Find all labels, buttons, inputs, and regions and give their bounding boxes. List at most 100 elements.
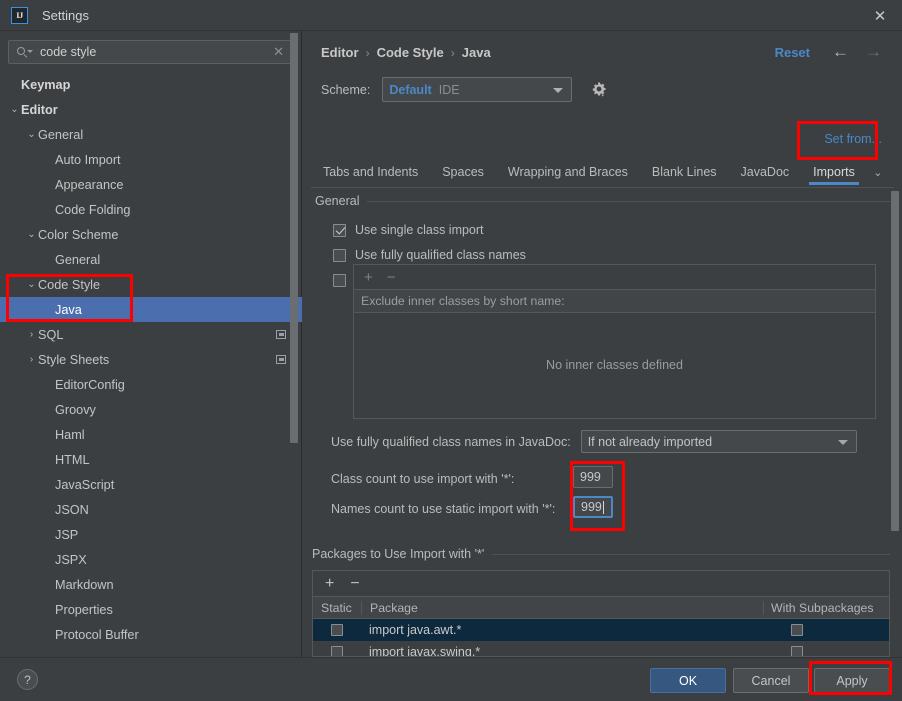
javadoc-fqn-value: If not already imported [588, 435, 712, 449]
set-from-link[interactable]: Set from... [824, 132, 882, 146]
sidebar-item-auto-import[interactable]: Auto Import [0, 147, 302, 172]
intellij-logo-icon: IJ [11, 7, 28, 24]
breadcrumb-item-java[interactable]: Java [462, 45, 491, 60]
sidebar-item-label: Java [55, 303, 82, 317]
back-arrow-icon[interactable]: ← [832, 43, 849, 60]
sidebar-item-markdown[interactable]: Markdown [0, 572, 302, 597]
packages-table-body: import java.awt.*import javax.swing.* [313, 619, 889, 657]
sidebar-item-javascript[interactable]: JavaScript [0, 472, 302, 497]
help-icon[interactable]: ? [17, 669, 38, 690]
sidebar-item-haml[interactable]: Haml [0, 422, 302, 447]
search-icon [17, 46, 30, 59]
cancel-button[interactable]: Cancel [733, 668, 809, 693]
sidebar-item-json[interactable]: JSON [0, 497, 302, 522]
sidebar-item-label: Groovy [55, 403, 96, 417]
remove-icon[interactable]: − [387, 270, 396, 285]
tab-spaces[interactable]: Spaces [430, 157, 496, 187]
tab-blank-lines[interactable]: Blank Lines [640, 157, 729, 187]
sidebar-item-label: JSPX [55, 553, 87, 567]
sidebar-item-html[interactable]: HTML [0, 447, 302, 472]
breadcrumb-item-editor[interactable]: Editor [321, 45, 359, 60]
static-names-count-input[interactable]: 999 [573, 496, 613, 518]
inner-classes-panel: + − Exclude inner classes by short name:… [353, 264, 876, 419]
table-row[interactable]: import java.awt.* [313, 619, 889, 641]
static-names-count-value: 999 [581, 500, 602, 514]
clear-icon[interactable]: ✕ [273, 44, 284, 60]
reset-button[interactable]: Reset [775, 45, 810, 60]
sidebar-item-editorconfig[interactable]: EditorConfig [0, 372, 302, 397]
static-checkbox[interactable] [331, 624, 343, 636]
sidebar-item-code-folding[interactable]: Code Folding [0, 197, 302, 222]
chevron-right-icon[interactable]: › [25, 355, 38, 365]
sidebar-item-label: Editor [21, 103, 58, 117]
sidebar-item-jspx[interactable]: JSPX [0, 547, 302, 572]
sidebar-item-protocol-buffer[interactable]: Protocol Buffer [0, 622, 302, 647]
subpackages-checkbox[interactable] [791, 646, 803, 657]
settings-sidebar: code style ✕ Keymap⌄Editor⌄GeneralAuto I… [0, 31, 302, 657]
sidebar-scrollbar[interactable] [290, 33, 298, 443]
gear-icon[interactable] [590, 81, 608, 99]
tab-label: Wrapping and Braces [508, 165, 628, 179]
javadoc-fqn-dropdown[interactable]: If not already imported [581, 430, 857, 453]
apply-button[interactable]: Apply [814, 668, 890, 693]
chevron-right-icon[interactable]: › [25, 330, 38, 340]
checkbox-icon [333, 224, 346, 237]
chevron-down-icon[interactable]: ⌄ [8, 105, 21, 115]
sidebar-item-general[interactable]: General [0, 247, 302, 272]
remove-icon[interactable]: − [350, 576, 359, 592]
packages-section-header: Packages to Use Import with '*' [312, 547, 890, 561]
text-caret [603, 501, 604, 514]
sidebar-item-sql[interactable]: ›SQL [0, 322, 302, 347]
sidebar-item-jsp[interactable]: JSP [0, 522, 302, 547]
chevron-down-icon[interactable]: ⌄ [25, 230, 38, 240]
tab-label: Blank Lines [652, 165, 717, 179]
subpackages-cell [763, 646, 889, 657]
chevron-down-icon[interactable]: ⌄ [867, 157, 889, 187]
ok-button[interactable]: OK [650, 668, 726, 693]
class-count-input[interactable]: 999 [573, 466, 613, 488]
search-field-wrapper: code style ✕ [8, 40, 294, 64]
sidebar-item-label: HTML [55, 453, 90, 467]
sidebar-item-label: Properties [55, 603, 113, 617]
forward-arrow-icon[interactable]: → [865, 43, 882, 60]
sidebar-item-label: SQL [38, 328, 63, 342]
sidebar-item-style-sheets[interactable]: ›Style Sheets [0, 347, 302, 372]
tab-imports[interactable]: Imports [801, 157, 867, 187]
sidebar-item-editor[interactable]: ⌄Editor [0, 97, 302, 122]
sidebar-item-general[interactable]: ⌄General [0, 122, 302, 147]
tab-javadoc[interactable]: JavaDoc [729, 157, 802, 187]
content-scrollbar[interactable] [891, 191, 899, 531]
close-icon[interactable]: ✕ [858, 0, 902, 31]
sidebar-item-color-scheme[interactable]: ⌄Color Scheme [0, 222, 302, 247]
search-value: code style [40, 45, 273, 59]
checkbox-use-single-class-import[interactable]: Use single class import [333, 223, 484, 237]
sidebar-item-label: Haml [55, 428, 85, 442]
subpackages-checkbox[interactable] [791, 624, 803, 636]
settings-dialog: IJ Settings ✕ code style ✕ Keymap⌄Editor… [0, 0, 902, 701]
sidebar-item-groovy[interactable]: Groovy [0, 397, 302, 422]
sidebar-item-label: General [38, 128, 83, 142]
sidebar-item-java[interactable]: Java [0, 297, 302, 322]
breadcrumb-item-code-style[interactable]: Code Style [377, 45, 444, 60]
add-icon[interactable]: + [364, 270, 373, 285]
chevron-down-icon[interactable]: ⌄ [25, 130, 38, 140]
table-row[interactable]: import javax.swing.* [313, 641, 889, 657]
sidebar-item-code-style[interactable]: ⌄Code Style [0, 272, 302, 297]
sidebar-item-appearance[interactable]: Appearance [0, 172, 302, 197]
search-input[interactable]: code style ✕ [8, 40, 294, 64]
scheme-dropdown[interactable]: Default IDE [382, 77, 572, 102]
checkbox-use-fully-qualified-class-names[interactable]: Use fully qualified class names [333, 248, 526, 262]
tab-wrapping-and-braces[interactable]: Wrapping and Braces [496, 157, 640, 187]
tab-tabs-and-indents[interactable]: Tabs and Indents [311, 157, 430, 187]
sidebar-item-keymap[interactable]: Keymap [0, 72, 302, 97]
tab-label: Imports [813, 165, 855, 179]
chevron-down-icon [553, 88, 563, 93]
static-checkbox[interactable] [331, 646, 343, 657]
subpackages-cell [763, 624, 889, 636]
dialog-footer: ? OK Cancel Apply [0, 657, 902, 701]
add-icon[interactable]: + [325, 576, 334, 592]
static-names-count-label: Names count to use static import with '*… [331, 502, 555, 516]
chevron-down-icon[interactable]: ⌄ [25, 280, 38, 290]
sidebar-item-properties[interactable]: Properties [0, 597, 302, 622]
section-divider [492, 554, 890, 555]
